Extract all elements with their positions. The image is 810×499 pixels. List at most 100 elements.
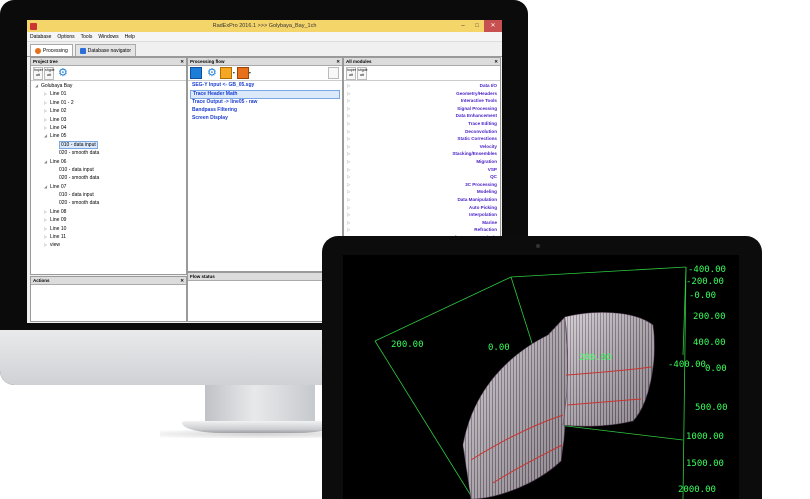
flow-module-item[interactable]: Bandpass Filtering <box>190 107 340 115</box>
minimize-button[interactable]: – <box>456 20 470 32</box>
maximize-button[interactable]: □ <box>470 20 484 32</box>
webcam <box>536 244 540 248</box>
flow-module-item[interactable]: SEG-Y Input <- GB_05.sgy <box>190 82 340 90</box>
flow-document-icon[interactable] <box>328 67 339 79</box>
flow-module-item[interactable]: Trace Header Math <box>190 89 340 100</box>
collapsed-arrow-icon[interactable]: ▷ <box>347 105 351 113</box>
all-modules-close-button[interactable]: ✕ <box>494 58 498 65</box>
menu-tools[interactable]: Tools <box>81 34 93 40</box>
tree-item[interactable]: ▷ view <box>31 241 186 249</box>
collapsed-arrow-icon[interactable]: ▷ <box>347 196 351 204</box>
chevron-down-icon[interactable]: ▾ <box>233 68 236 78</box>
module-category-item[interactable]: ▷ Signal Processing <box>344 105 500 113</box>
menu-windows[interactable]: Windows <box>98 34 118 40</box>
collapsed-arrow-icon[interactable]: ▷ <box>347 120 351 128</box>
collapsed-arrow-icon[interactable]: ▷ <box>347 181 351 189</box>
module-category-item[interactable]: ▷ VSP <box>344 166 500 174</box>
tree-item[interactable]: 020 - smooth data <box>31 199 186 207</box>
collapsed-arrow-icon[interactable]: ▷ <box>347 143 351 151</box>
axis-label-top-left: 200.00 <box>391 340 424 350</box>
module-category-item[interactable]: ▷ Marine <box>344 219 500 227</box>
menu-help[interactable]: Help <box>125 34 135 40</box>
module-category-item[interactable]: ▷ Static Corrections <box>344 135 500 143</box>
tab-processing[interactable]: Processing <box>30 44 73 56</box>
tree-item[interactable]: 010 - data input <box>31 191 186 199</box>
collapsed-arrow-icon[interactable]: ▷ <box>347 112 351 120</box>
3d-viewer-screen: 200.00 0.00 200.00 -400.00 -200.00 -0.00… <box>343 255 739 499</box>
collapsed-arrow-icon[interactable]: ▷ <box>347 135 351 143</box>
tree-item[interactable]: ◢ Golubaya Bay <box>31 82 186 90</box>
tree-item[interactable]: 020 - smooth data <box>31 174 186 182</box>
all-modules-tool-2[interactable]: shgde att <box>357 66 368 80</box>
axis-label-r6: -400.00 <box>668 360 706 370</box>
tree-item[interactable]: ◢ Line 07 <box>31 183 186 191</box>
module-category-item[interactable]: ▷ 3C Processing <box>344 181 500 189</box>
module-category-item[interactable]: ▷ Data I/O <box>344 82 500 90</box>
close-button[interactable]: ✕ <box>484 20 502 32</box>
module-category-item[interactable]: ▷ Interpolation <box>344 211 500 219</box>
flow-settings-gear-icon[interactable]: ⚙ <box>207 67 217 79</box>
tree-item[interactable]: ▷ Line 08 <box>31 208 186 216</box>
flow-log-icon[interactable] <box>236 67 249 79</box>
tree-item[interactable]: ◢ Line 05 <box>31 132 186 140</box>
project-tree-tool-1[interactable]: hoper att <box>33 66 43 80</box>
module-category-item[interactable]: ▷ Interactive Tools <box>344 97 500 105</box>
collapsed-arrow-icon[interactable]: ▷ <box>347 211 351 219</box>
flow-status-title: Flow status <box>190 274 215 279</box>
project-tree-close-button[interactable]: ✕ <box>180 58 184 65</box>
collapsed-arrow-icon[interactable]: ▷ <box>347 226 351 234</box>
module-category-item[interactable]: ▷ QC <box>344 173 500 181</box>
collapsed-arrow-icon[interactable]: ▷ <box>347 188 351 196</box>
tree-item[interactable]: ▷ Line 02 <box>31 107 186 115</box>
all-modules-header: All modules ✕ <box>344 58 500 66</box>
processing-flow-close-button[interactable]: ✕ <box>336 58 340 65</box>
module-category-item[interactable]: ▷ Stacking/Ensembles <box>344 150 500 158</box>
tree-item[interactable]: ◢ Line 06 <box>31 158 186 166</box>
collapsed-arrow-icon[interactable]: ▷ <box>347 128 351 136</box>
tree-item[interactable]: ▷ Line 01 - 2 <box>31 99 186 107</box>
collapsed-arrow-icon[interactable]: ▷ <box>347 173 351 181</box>
flow-module-item[interactable]: Trace Output -> line05 - raw <box>190 99 340 107</box>
module-category-item[interactable]: ▷ Refraction <box>344 226 500 234</box>
settings-gear-icon[interactable]: ⚙ <box>58 67 69 79</box>
module-category-item[interactable]: ▷ Trace Editing <box>344 120 500 128</box>
module-category-item[interactable]: ▷ Data Manipulation <box>344 196 500 204</box>
module-category-item[interactable]: ▷ Modeling <box>344 188 500 196</box>
collapsed-arrow-icon[interactable]: ▷ <box>347 158 351 166</box>
collapsed-arrow-icon[interactable]: ▷ <box>347 150 351 158</box>
tab-database-navigator[interactable]: Database navigator <box>74 44 137 56</box>
processing-flow-title: Processing flow <box>190 59 225 64</box>
all-modules-tool-1[interactable]: hoper att <box>346 66 356 80</box>
module-category-item[interactable]: ▷ Geometry/Headers <box>344 90 500 98</box>
actions-close-button[interactable]: ✕ <box>180 277 184 284</box>
module-category-item[interactable]: ▷ Deconvolution <box>344 128 500 136</box>
module-category-item[interactable]: ▷ Migration <box>344 158 500 166</box>
collapsed-arrow-icon[interactable]: ▷ <box>347 219 351 227</box>
tree-item[interactable]: ▷ Line 03 <box>31 116 186 124</box>
module-category-item[interactable]: ▷ Auto Picking <box>344 204 500 212</box>
menu-database[interactable]: Database <box>30 34 51 40</box>
collapsed-arrow-icon[interactable]: ▷ <box>347 90 351 98</box>
chevron-down-icon[interactable]: ▾ <box>249 68 252 78</box>
project-tree-list: ◢ Golubaya Bay ▷ Line 01 ▷ Line 01 - 2 ▷ Line 0… <box>31 81 186 250</box>
tree-item[interactable]: ▷ Line 04 <box>31 124 186 132</box>
tree-item[interactable]: ▷ Line 01 <box>31 90 186 98</box>
run-flow-icon[interactable] <box>190 67 202 79</box>
collapsed-arrow-icon[interactable]: ▷ <box>347 204 351 212</box>
tree-item[interactable]: ▷ Line 11 <box>31 233 186 241</box>
project-tree-tool-2[interactable]: shgde att <box>44 66 55 80</box>
module-category-item[interactable]: ▷ Data Enhancement <box>344 112 500 120</box>
flow-toggle-icon[interactable] <box>219 67 232 79</box>
collapsed-arrow-icon[interactable]: ▷ <box>347 166 351 174</box>
tree-item[interactable]: ▷ Line 10 <box>31 225 186 233</box>
module-category-item[interactable]: ▷ Velocity <box>344 143 500 151</box>
axis-label-r3: -0.00 <box>689 291 716 301</box>
menu-options[interactable]: Options <box>57 34 74 40</box>
tree-item[interactable]: ▷ Line 09 <box>31 216 186 224</box>
flow-module-item[interactable]: Screen Display <box>190 115 340 123</box>
collapsed-arrow-icon[interactable]: ▷ <box>347 82 351 90</box>
tree-item[interactable]: 010 - data input <box>31 166 186 174</box>
tree-item[interactable]: 010 - data input <box>31 140 186 149</box>
collapsed-arrow-icon[interactable]: ▷ <box>347 97 351 105</box>
tree-item[interactable]: 020 - smooth data <box>31 149 186 157</box>
